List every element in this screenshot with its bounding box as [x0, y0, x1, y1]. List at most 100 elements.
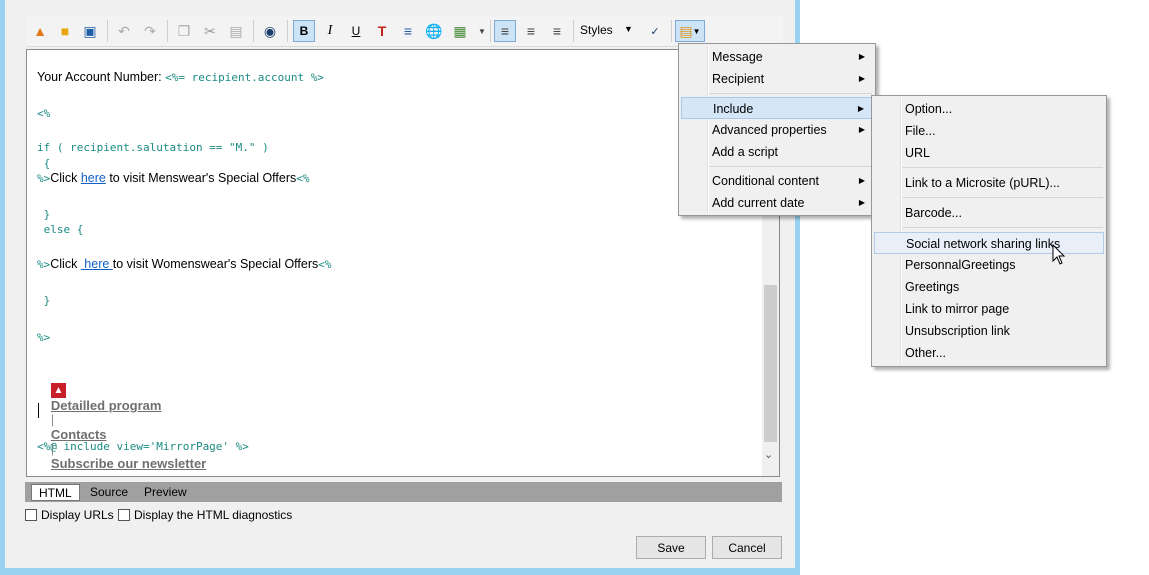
- subscribe-newsletter-link[interactable]: Subscribe our newsletter: [51, 456, 206, 471]
- submenu-arrow-icon: ▶: [858, 176, 865, 185]
- display-diagnostics-checkbox[interactable]: [118, 509, 130, 521]
- womenswear-text: to visit Womenswear's Special Offers: [112, 257, 319, 271]
- toolbar-separator: [167, 20, 168, 42]
- submenu-item-microsite-link[interactable]: Link to a Microsite (pURL)...: [874, 172, 1104, 194]
- account-label: Your Account Number:: [37, 70, 166, 84]
- menu-item-label: Add current date: [712, 196, 805, 210]
- code-fragment: <%: [296, 172, 310, 185]
- code-brace-open: {: [37, 157, 51, 170]
- submenu-item-mirror-page[interactable]: Link to mirror page: [874, 298, 1104, 320]
- image-icon[interactable]: ▦: [449, 20, 471, 42]
- womenswear-link[interactable]: here: [81, 257, 113, 271]
- code-if-line: if ( recipient.salutation == "M." ): [37, 141, 269, 154]
- include-submenu: Option... File... URL Link to a Microsit…: [871, 95, 1107, 367]
- menu-item-label: Add a script: [712, 145, 779, 159]
- click-text: Click: [50, 257, 81, 271]
- undo-icon[interactable]: ↶: [113, 20, 135, 42]
- insert-menu: Message ▶ Recipient ▶ Include ▶ Advanced pr…: [678, 43, 876, 216]
- submenu-arrow-icon: ▶: [858, 52, 865, 61]
- chevron-down-icon: ▼: [624, 24, 633, 34]
- insert-menu-icon[interactable]: ▤ ▼: [675, 20, 705, 42]
- submenu-arrow-icon: ▶: [858, 198, 865, 207]
- submenu-item-url[interactable]: URL: [874, 142, 1104, 164]
- toolbar-separator: [671, 20, 672, 42]
- code-fragment: %>: [37, 258, 51, 271]
- submenu-item-option[interactable]: Option...: [874, 98, 1104, 120]
- mouse-pointer-icon: [1052, 244, 1066, 265]
- submenu-item-file[interactable]: File...: [874, 120, 1104, 142]
- account-line: Your Account Number: <%= recipient.accou…: [37, 70, 324, 84]
- submenu-item-barcode[interactable]: Barcode...: [874, 202, 1104, 224]
- underline-icon[interactable]: U: [345, 20, 367, 42]
- display-urls-checkbox[interactable]: [25, 509, 37, 521]
- womenswear-line: %>Click here to visit Womenswear's Speci…: [37, 257, 332, 271]
- binoculars-icon[interactable]: ◉: [259, 20, 281, 42]
- styles-dropdown[interactable]: Styles ▼: [574, 19, 636, 41]
- paste-icon[interactable]: ▤: [225, 20, 247, 42]
- code-include-line: <%@ include view='MirrorPage' %>: [37, 440, 249, 453]
- tab-source[interactable]: Source: [83, 484, 135, 501]
- menswear-text: to visit Menswear's Special Offers: [105, 171, 297, 185]
- cancel-button[interactable]: Cancel: [712, 536, 782, 559]
- code-open-tag: <%: [37, 107, 51, 120]
- align-center-icon[interactable]: ≡: [520, 20, 542, 42]
- save-button[interactable]: Save: [636, 536, 706, 559]
- footer-links: ▲ Detailled program | Contacts | Subscri…: [37, 367, 206, 476]
- toolbar-separator: [253, 20, 254, 42]
- menu-item-add-script[interactable]: Add a script: [681, 141, 873, 163]
- code-else-line: else {: [37, 223, 84, 236]
- menu-item-conditional-content[interactable]: Conditional content ▶: [681, 170, 873, 192]
- submenu-item-social-sharing[interactable]: Social network sharing links: [874, 232, 1104, 254]
- html-editor[interactable]: Your Account Number: <%= recipient.accou…: [26, 49, 780, 477]
- menu-item-add-current-date[interactable]: Add current date ▶: [681, 192, 873, 214]
- align-right-icon[interactable]: ≡: [546, 20, 568, 42]
- menu-item-label: Recipient: [712, 72, 765, 86]
- menu-item-include[interactable]: Include ▶: [681, 97, 873, 119]
- copy-icon[interactable]: ❐: [173, 20, 195, 42]
- spellcheck-icon[interactable]: ✓: [644, 20, 666, 42]
- account-code: <%= recipient.account %>: [165, 71, 325, 84]
- code-brace-close: }: [37, 208, 51, 221]
- display-diagnostics-label: Display the HTML diagnostics: [134, 508, 293, 522]
- link-icon[interactable]: 🌐: [423, 20, 445, 42]
- code-fragment: <%: [318, 258, 332, 271]
- menu-item-recipient[interactable]: Recipient ▶: [681, 68, 873, 90]
- submenu-arrow-icon: ▶: [857, 104, 864, 113]
- code-fragment: %>: [37, 172, 51, 185]
- menswear-link[interactable]: here: [81, 171, 106, 185]
- scrollbar-thumb[interactable]: [764, 285, 777, 442]
- submenu-item-personnal-greetings[interactable]: PersonnalGreetings: [874, 254, 1104, 276]
- menu-item-label: Include: [713, 102, 754, 116]
- text-cursor: [38, 403, 39, 418]
- menu-item-label: Conditional content: [712, 174, 820, 188]
- click-text: Click: [50, 171, 81, 185]
- menu-item-advanced-properties[interactable]: Advanced properties ▶: [681, 119, 873, 141]
- submenu-arrow-icon: ▶: [858, 74, 865, 83]
- submenu-item-other[interactable]: Other...: [874, 342, 1104, 364]
- save-icon[interactable]: ▣: [79, 20, 101, 42]
- text-color-icon[interactable]: T: [371, 20, 393, 42]
- toolbar-separator: [490, 20, 491, 42]
- submenu-item-unsubscription[interactable]: Unsubscription link: [874, 320, 1104, 342]
- list-icon[interactable]: ≡: [397, 20, 419, 42]
- footer-separator: |: [50, 413, 55, 427]
- redo-icon[interactable]: ↷: [139, 20, 161, 42]
- view-tabs: HTML Source Preview: [25, 482, 782, 502]
- cut-icon[interactable]: ✂: [199, 20, 221, 42]
- tab-html[interactable]: HTML: [31, 484, 80, 501]
- new-file-icon[interactable]: ▲: [29, 20, 51, 42]
- menu-item-label: Advanced properties: [712, 123, 827, 137]
- menu-separator: [902, 167, 1103, 168]
- bold-icon[interactable]: B: [293, 20, 315, 42]
- detailled-program-link[interactable]: Detailled program: [51, 398, 162, 413]
- italic-icon[interactable]: I: [319, 20, 341, 42]
- tab-preview[interactable]: Preview: [137, 484, 194, 501]
- menswear-line: %>Click here to visit Menswear's Special…: [37, 171, 310, 185]
- menu-separator: [709, 166, 872, 167]
- align-left-icon[interactable]: ≡: [494, 20, 516, 42]
- menu-item-message[interactable]: Message ▶: [681, 46, 873, 68]
- open-folder-icon[interactable]: ■: [54, 20, 76, 42]
- scroll-down-icon[interactable]: ⌄: [764, 448, 773, 461]
- submenu-item-greetings[interactable]: Greetings: [874, 276, 1104, 298]
- menu-item-label: Message: [712, 50, 763, 64]
